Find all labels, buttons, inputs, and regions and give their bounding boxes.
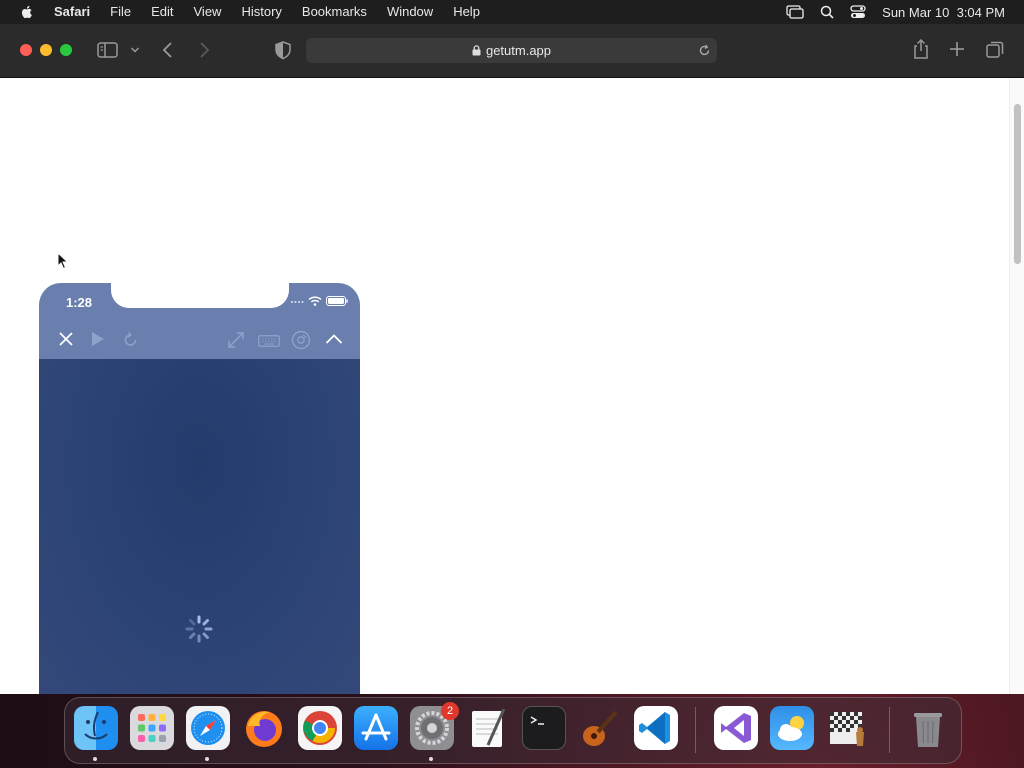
menu-app-name[interactable]: Safari xyxy=(54,0,90,24)
forward-icon[interactable] xyxy=(197,40,211,60)
finder-icon xyxy=(84,711,108,740)
dock-visual-studio[interactable] xyxy=(714,706,758,750)
dock-textedit[interactable] xyxy=(466,706,510,750)
menu-edit[interactable]: Edit xyxy=(151,0,173,24)
cellular-signal-icon xyxy=(291,301,304,303)
launchpad-icon xyxy=(138,714,166,742)
wifi-icon xyxy=(308,296,322,306)
menu-file[interactable]: File xyxy=(110,0,131,24)
scrollbar-thumb[interactable] xyxy=(1014,104,1021,264)
sidebar-toggle-icon[interactable] xyxy=(97,40,119,60)
vscode-icon xyxy=(639,712,670,744)
dock-app-store[interactable] xyxy=(354,706,398,750)
reload-icon[interactable] xyxy=(698,44,711,57)
phone-status-time: 1:28 xyxy=(66,295,93,310)
address-bar[interactable]: getutm.app xyxy=(306,38,717,63)
dock-firefox[interactable] xyxy=(242,706,286,750)
drive-icon[interactable] xyxy=(291,330,311,350)
phone-notch xyxy=(111,283,289,308)
play-icon[interactable] xyxy=(91,331,105,347)
running-indicator xyxy=(93,757,97,761)
phone-mockup: 1:28 xyxy=(39,283,360,694)
chess-icon xyxy=(830,712,864,746)
url-text: getutm.app xyxy=(485,43,552,58)
running-indicator xyxy=(429,757,433,761)
restart-icon[interactable] xyxy=(123,331,138,347)
close-window-button[interactable] xyxy=(20,44,32,56)
dock-separator xyxy=(889,707,890,753)
vm-control-bar xyxy=(39,323,360,359)
visual-studio-icon xyxy=(721,713,751,743)
loading-spinner-icon xyxy=(185,615,213,643)
phone-status-icons xyxy=(290,296,348,306)
menu-bookmarks[interactable]: Bookmarks xyxy=(302,0,367,24)
safari-compass-icon xyxy=(191,711,225,745)
menu-window[interactable]: Window xyxy=(387,0,433,24)
dock-separator xyxy=(695,707,696,753)
menu-history[interactable]: History xyxy=(241,0,281,24)
resize-display-icon[interactable] xyxy=(227,331,245,349)
screen-mirroring-icon[interactable] xyxy=(786,5,804,19)
safari-window: getutm.app 1:28 xyxy=(0,24,1024,694)
guitar-icon xyxy=(583,710,618,746)
chevron-up-icon[interactable] xyxy=(325,333,343,345)
dock-trash[interactable] xyxy=(906,706,950,750)
dock-launchpad[interactable] xyxy=(130,706,174,750)
share-icon[interactable] xyxy=(912,38,930,60)
terminal-icon xyxy=(530,716,544,725)
close-icon[interactable] xyxy=(58,331,74,347)
keyboard-icon[interactable] xyxy=(258,335,280,347)
menu-bar: Safari File Edit View History Bookmarks … xyxy=(0,0,1024,24)
weather-icon xyxy=(778,716,804,741)
control-center-icon[interactable] xyxy=(850,5,866,19)
safari-toolbar: getutm.app xyxy=(0,24,1024,78)
zoom-window-button[interactable] xyxy=(60,44,72,56)
dock-safari[interactable] xyxy=(186,706,230,750)
firefox-icon xyxy=(246,711,282,747)
battery-icon xyxy=(326,296,348,306)
trash-icon xyxy=(914,713,942,747)
settings-notification-badge: 2 xyxy=(441,702,459,720)
menubar-clock[interactable]: Sun Mar 10 3:04 PM xyxy=(882,5,1005,20)
tab-overview-icon[interactable] xyxy=(986,41,1004,59)
privacy-shield-icon[interactable] xyxy=(274,40,292,60)
dock-weather[interactable] xyxy=(770,706,814,750)
dock-terminal[interactable] xyxy=(522,706,566,750)
dock-vscode[interactable] xyxy=(634,706,678,750)
dock-chess[interactable] xyxy=(826,706,870,750)
apple-menu-icon[interactable] xyxy=(19,4,35,20)
dock xyxy=(64,697,962,764)
menu-help[interactable]: Help xyxy=(453,0,480,24)
dock-chrome[interactable] xyxy=(298,706,342,750)
new-tab-icon[interactable] xyxy=(949,41,965,57)
app-store-icon xyxy=(361,713,391,741)
textedit-icon xyxy=(472,708,506,747)
spotlight-search-icon[interactable] xyxy=(820,5,834,19)
minimize-window-button[interactable] xyxy=(40,44,52,56)
lock-icon xyxy=(472,45,481,56)
running-indicator xyxy=(205,757,209,761)
chevron-down-icon[interactable] xyxy=(130,46,140,54)
back-icon[interactable] xyxy=(161,40,175,60)
menu-view[interactable]: View xyxy=(194,0,222,24)
mouse-cursor-icon xyxy=(57,252,69,270)
vm-display[interactable] xyxy=(39,359,360,694)
dock-garageband[interactable] xyxy=(578,706,622,750)
chrome-icon xyxy=(303,711,337,745)
dock-finder[interactable] xyxy=(74,706,118,750)
